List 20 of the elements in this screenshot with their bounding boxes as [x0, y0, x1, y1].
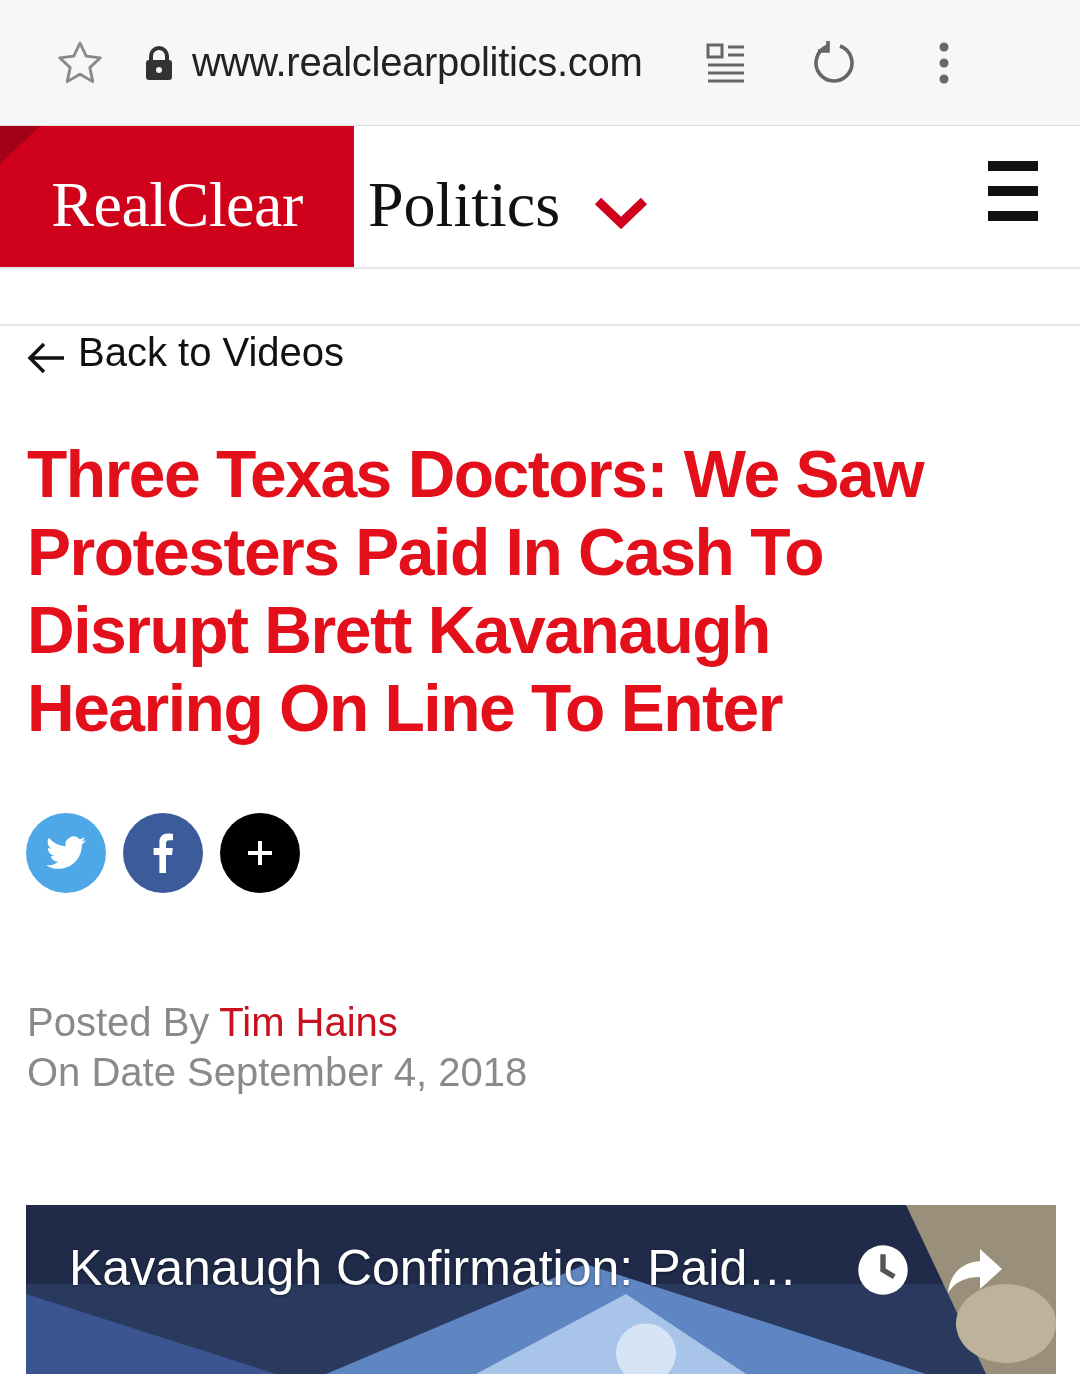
post-date: On Date September 4, 2018	[27, 1050, 528, 1094]
url-text[interactable]: www.realclearpolitics.com	[192, 40, 643, 85]
bird-icon	[46, 836, 86, 870]
menu-icon[interactable]	[988, 160, 1038, 221]
clock-icon[interactable]	[856, 1243, 910, 1297]
logo-brand: RealClear	[51, 167, 303, 242]
logo-corner-mark	[0, 126, 40, 164]
plus-icon	[246, 839, 274, 867]
back-link[interactable]: Back to Videos	[26, 330, 345, 375]
byline-label: Posted By	[27, 999, 210, 1046]
author-link[interactable]: Tim Hains	[219, 997, 398, 1047]
left-arrow-icon	[26, 340, 66, 375]
reader-mode-icon[interactable]	[706, 42, 747, 83]
logo-section: Politics	[368, 167, 561, 242]
article-headline: Three Texas Doctors: We Saw Protesters Paid In Cash To Disrupt Brett Kavanaugh Hearing On Line To Enter	[27, 436, 925, 747]
lock-icon	[144, 45, 174, 80]
facebook-icon	[153, 833, 173, 873]
video-title[interactable]: Kavanaugh Confirmation: Paid…	[69, 1239, 798, 1297]
share-arrow-icon[interactable]	[948, 1249, 1002, 1293]
star-icon[interactable]	[56, 39, 104, 86]
